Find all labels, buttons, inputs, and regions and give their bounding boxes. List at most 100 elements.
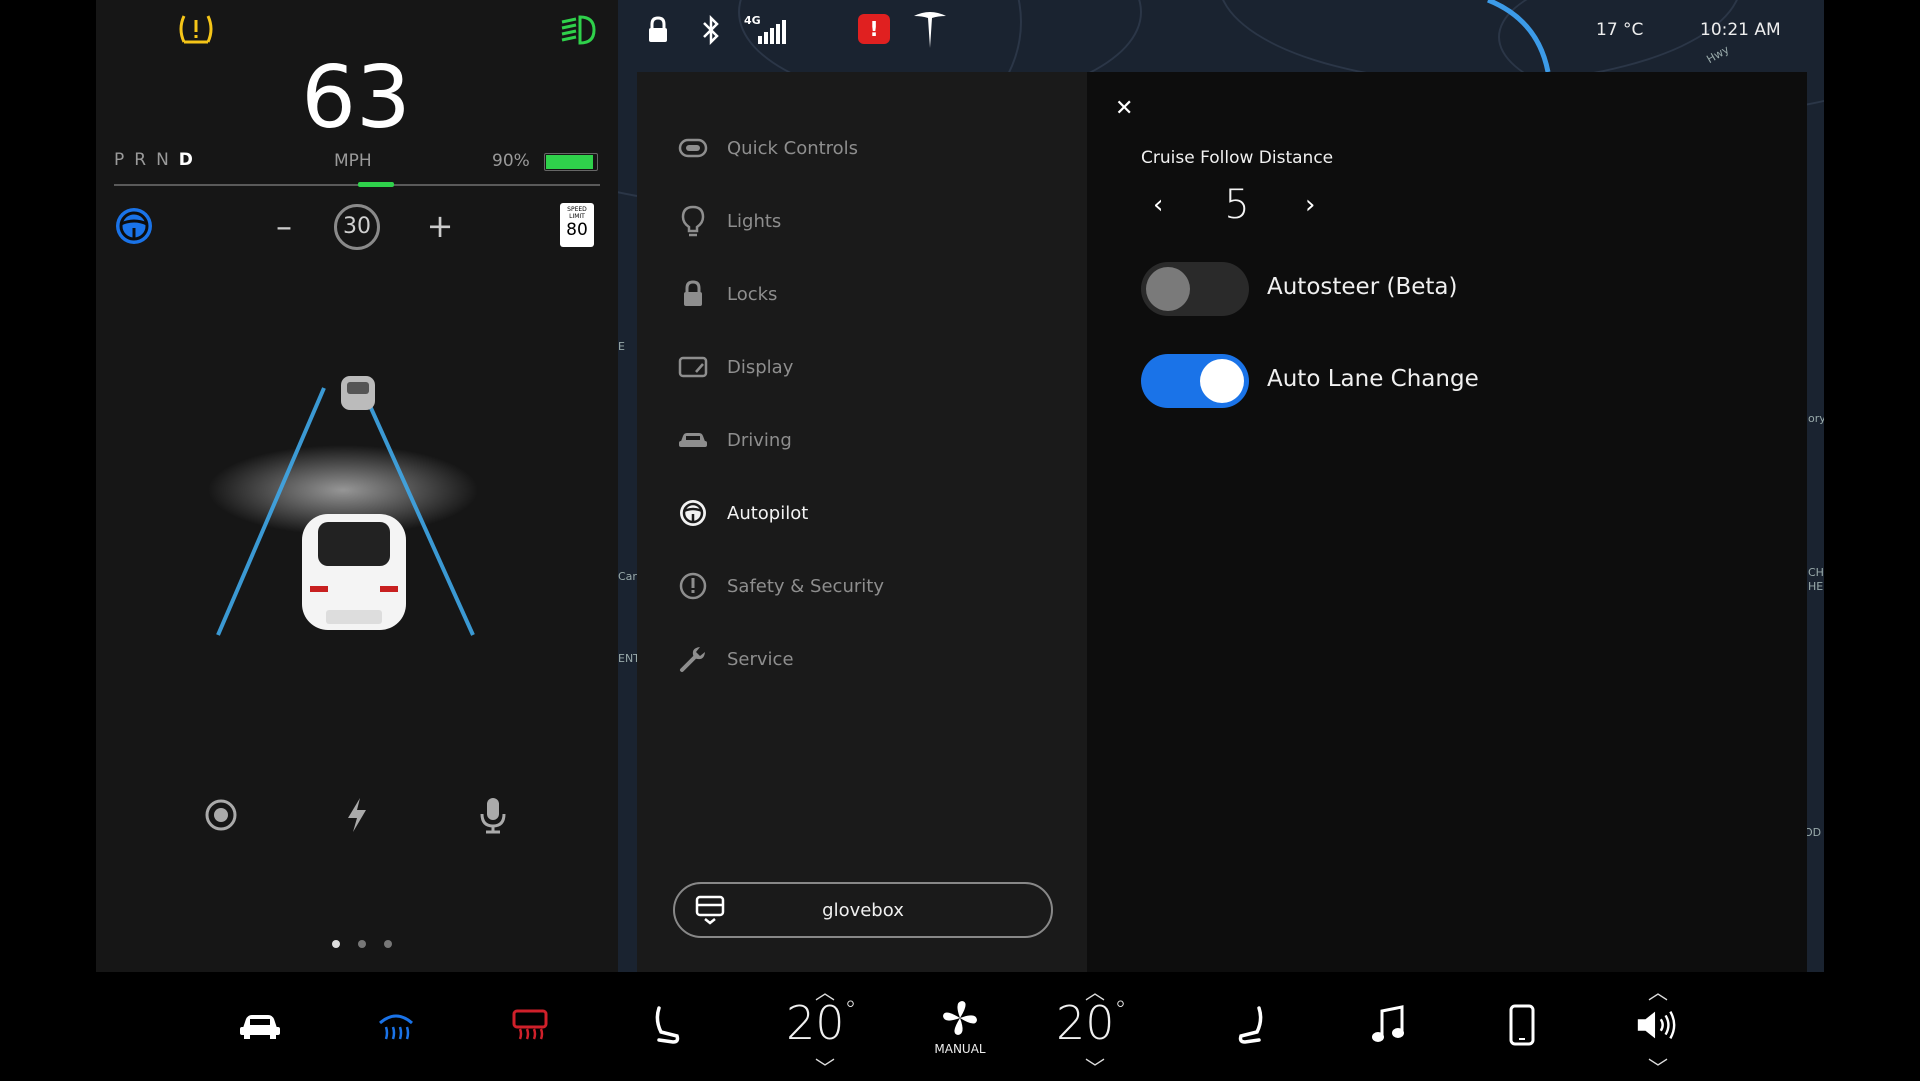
page-dot[interactable] [358,940,366,948]
gear-r: R [134,150,157,170]
passenger-temp-degree: ° [1114,996,1127,1024]
battery-percent: 90% [492,151,530,171]
speed-progress-marker [358,182,394,187]
car-icon[interactable] [238,1003,282,1047]
auto-lane-change-toggle-knob [1200,359,1244,403]
autopilot-steering-icon[interactable] [114,206,154,246]
volume-up-icon[interactable]: ︿ [1648,976,1668,1005]
fan-icon[interactable] [938,996,982,1040]
chevron-left-icon[interactable]: ‹ [1153,190,1163,220]
speed-unit: MPH [334,151,372,171]
volume-icon[interactable] [1634,1003,1678,1047]
increase-speed-button[interactable]: + [420,206,460,246]
menu-item-label: Safety & Security [727,575,884,597]
speed-limit-line2: LIMIT [569,213,585,220]
cellular-signal-icon: 4G [744,14,790,44]
lead-vehicle-icon [338,372,378,414]
music-icon[interactable] [1366,1003,1410,1047]
battery-icon [544,153,598,171]
menu-item-autopilot[interactable]: Autopilot [677,487,808,539]
map-label: HE [1808,580,1824,593]
fan-mode-label: MANUAL [934,1042,986,1056]
menu-item-display[interactable]: Display [677,341,793,393]
menu-item-service[interactable]: Service [677,633,794,685]
charging-icon[interactable] [340,796,374,834]
menu-item-locks[interactable]: Locks [677,268,777,320]
menu-item-label: Autopilot [727,502,809,524]
lock-icon[interactable] [646,16,670,44]
auto-lane-change-label: Auto Lane Change [1267,366,1479,392]
menu-item-label: Display [727,356,794,378]
passenger-temperature[interactable]: 20° [1056,996,1127,1050]
outside-temperature: 17 °C [1596,20,1644,40]
bluetooth-icon[interactable] [700,14,722,46]
car-icon [677,424,709,456]
phone-icon[interactable] [1500,1003,1544,1047]
tire-pressure-warning-icon [178,12,214,46]
driver-temperature[interactable]: 20° [786,996,857,1050]
steering-wheel-icon [677,497,709,529]
speed-limit-line1: SPEED [567,206,587,213]
driver-seat-heater-icon[interactable] [644,1003,688,1047]
camera-icon[interactable] [204,798,238,832]
menu-item-quick-controls[interactable]: Quick Controls [677,122,858,174]
speed-limit-sign: SPEED LIMIT 80 [560,203,594,247]
gear-d: D [178,150,203,170]
follow-distance-value: 5 [1224,182,1250,228]
close-icon[interactable]: ✕ [1115,96,1133,121]
lock-icon [677,278,709,310]
menu-item-lights[interactable]: Lights [677,195,781,247]
menu-item-safety-security[interactable]: Safety & Security [677,560,884,612]
map-label: Car [618,570,637,583]
bulb-icon [677,205,709,237]
page-indicator [332,940,392,950]
speed-progress-track [114,184,600,186]
front-defrost-icon[interactable] [374,1003,418,1047]
driver-temp-degree: ° [844,996,857,1024]
autosteer-label: Autosteer (Beta) [1267,274,1458,300]
wrench-icon [677,643,709,675]
tesla-logo-icon[interactable] [910,10,950,50]
passenger-temp-down-icon[interactable]: ﹀ [1085,1052,1105,1081]
autosteer-toggle-knob [1146,267,1190,311]
page-dot[interactable] [384,940,392,948]
ego-vehicle-icon [292,510,416,634]
map-label: E [618,340,625,353]
instrument-cluster: 63 PRND MPH 90% – 30 + SPEED LIMIT 80 [96,0,618,972]
headlight-icon [558,14,598,46]
chevron-right-icon[interactable]: › [1305,190,1315,220]
microphone-icon[interactable] [476,796,510,834]
passenger-temp-value: 20 [1056,996,1115,1050]
menu-item-driving[interactable]: Driving [677,414,792,466]
follow-distance-label: Cruise Follow Distance [1141,148,1334,168]
settings-menu: Quick Controls Lights Locks Display Driving A… [637,72,1087,972]
alert-icon[interactable]: ! [858,14,890,44]
rear-defrost-icon[interactable] [508,1003,552,1047]
set-speed: 30 [334,204,380,250]
glovebox-label: glovebox [822,899,904,921]
speed-limit-value: 80 [566,220,588,240]
menu-item-label: Quick Controls [727,137,859,159]
gear-selector: PRND [114,150,203,170]
menu-item-label: Service [727,648,794,670]
clock: 10:21 AM [1700,20,1781,40]
passenger-seat-heater-icon[interactable] [1230,1003,1274,1047]
autosteer-toggle[interactable] [1141,262,1249,316]
menu-item-label: Driving [727,429,792,451]
glovebox-icon [695,895,725,925]
gear-p: P [114,150,135,170]
gear-n: N [156,150,179,170]
driver-temp-down-icon[interactable]: ﹀ [815,1052,835,1081]
glovebox-button[interactable]: glovebox [673,882,1053,938]
map-label: ory [1808,412,1824,425]
page-dot-active[interactable] [332,940,340,948]
auto-lane-change-toggle[interactable] [1141,354,1249,408]
map-label: CH [1808,566,1824,579]
alert-icon [677,570,709,602]
quick-controls-icon [677,132,709,164]
volume-down-icon[interactable]: ﹀ [1648,1052,1668,1081]
decrease-speed-button[interactable]: – [264,206,304,246]
menu-item-label: Locks [727,283,778,305]
driver-temp-value: 20 [786,996,845,1050]
display-icon [677,351,709,383]
